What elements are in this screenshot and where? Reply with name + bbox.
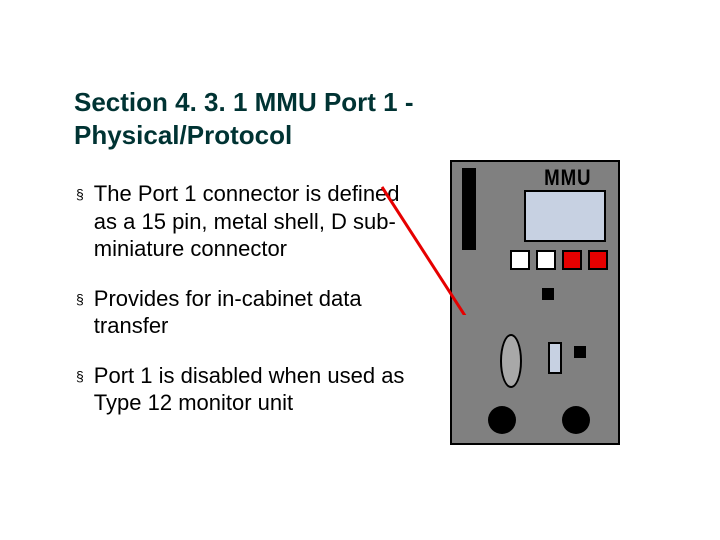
white-button-icon: [510, 250, 530, 270]
mmu-device-illustration: MMU: [450, 160, 620, 445]
bullet-text: Provides for in-cabinet data transfer: [94, 285, 406, 340]
white-button-icon: [536, 250, 556, 270]
display-screen-icon: [524, 190, 606, 242]
bullet-text: The Port 1 connector is defined as a 15 …: [94, 180, 406, 263]
button-row: [510, 250, 608, 270]
indicator-square-icon: [574, 346, 586, 358]
bullet-marker-icon: §: [76, 180, 84, 263]
list-item: § The Port 1 connector is defined as a 1…: [76, 180, 406, 263]
knob-icon: [562, 406, 590, 434]
bullet-list: § The Port 1 connector is defined as a 1…: [76, 180, 406, 439]
small-port-icon: [548, 342, 562, 374]
port1-connector-icon: [500, 334, 522, 388]
red-button-icon: [562, 250, 582, 270]
slide-title: Section 4. 3. 1 MMU Port 1 - Physical/Pr…: [74, 86, 434, 151]
knob-icon: [488, 406, 516, 434]
bullet-text: Port 1 is disabled when used as Type 12 …: [94, 362, 406, 417]
red-button-icon: [588, 250, 608, 270]
list-item: § Provides for in-cabinet data transfer: [76, 285, 406, 340]
mmu-label: MMU: [544, 165, 591, 191]
indicator-square-icon: [542, 288, 554, 300]
list-item: § Port 1 is disabled when used as Type 1…: [76, 362, 406, 417]
bullet-marker-icon: §: [76, 362, 84, 417]
bullet-marker-icon: §: [76, 285, 84, 340]
side-strip-icon: [462, 168, 476, 250]
